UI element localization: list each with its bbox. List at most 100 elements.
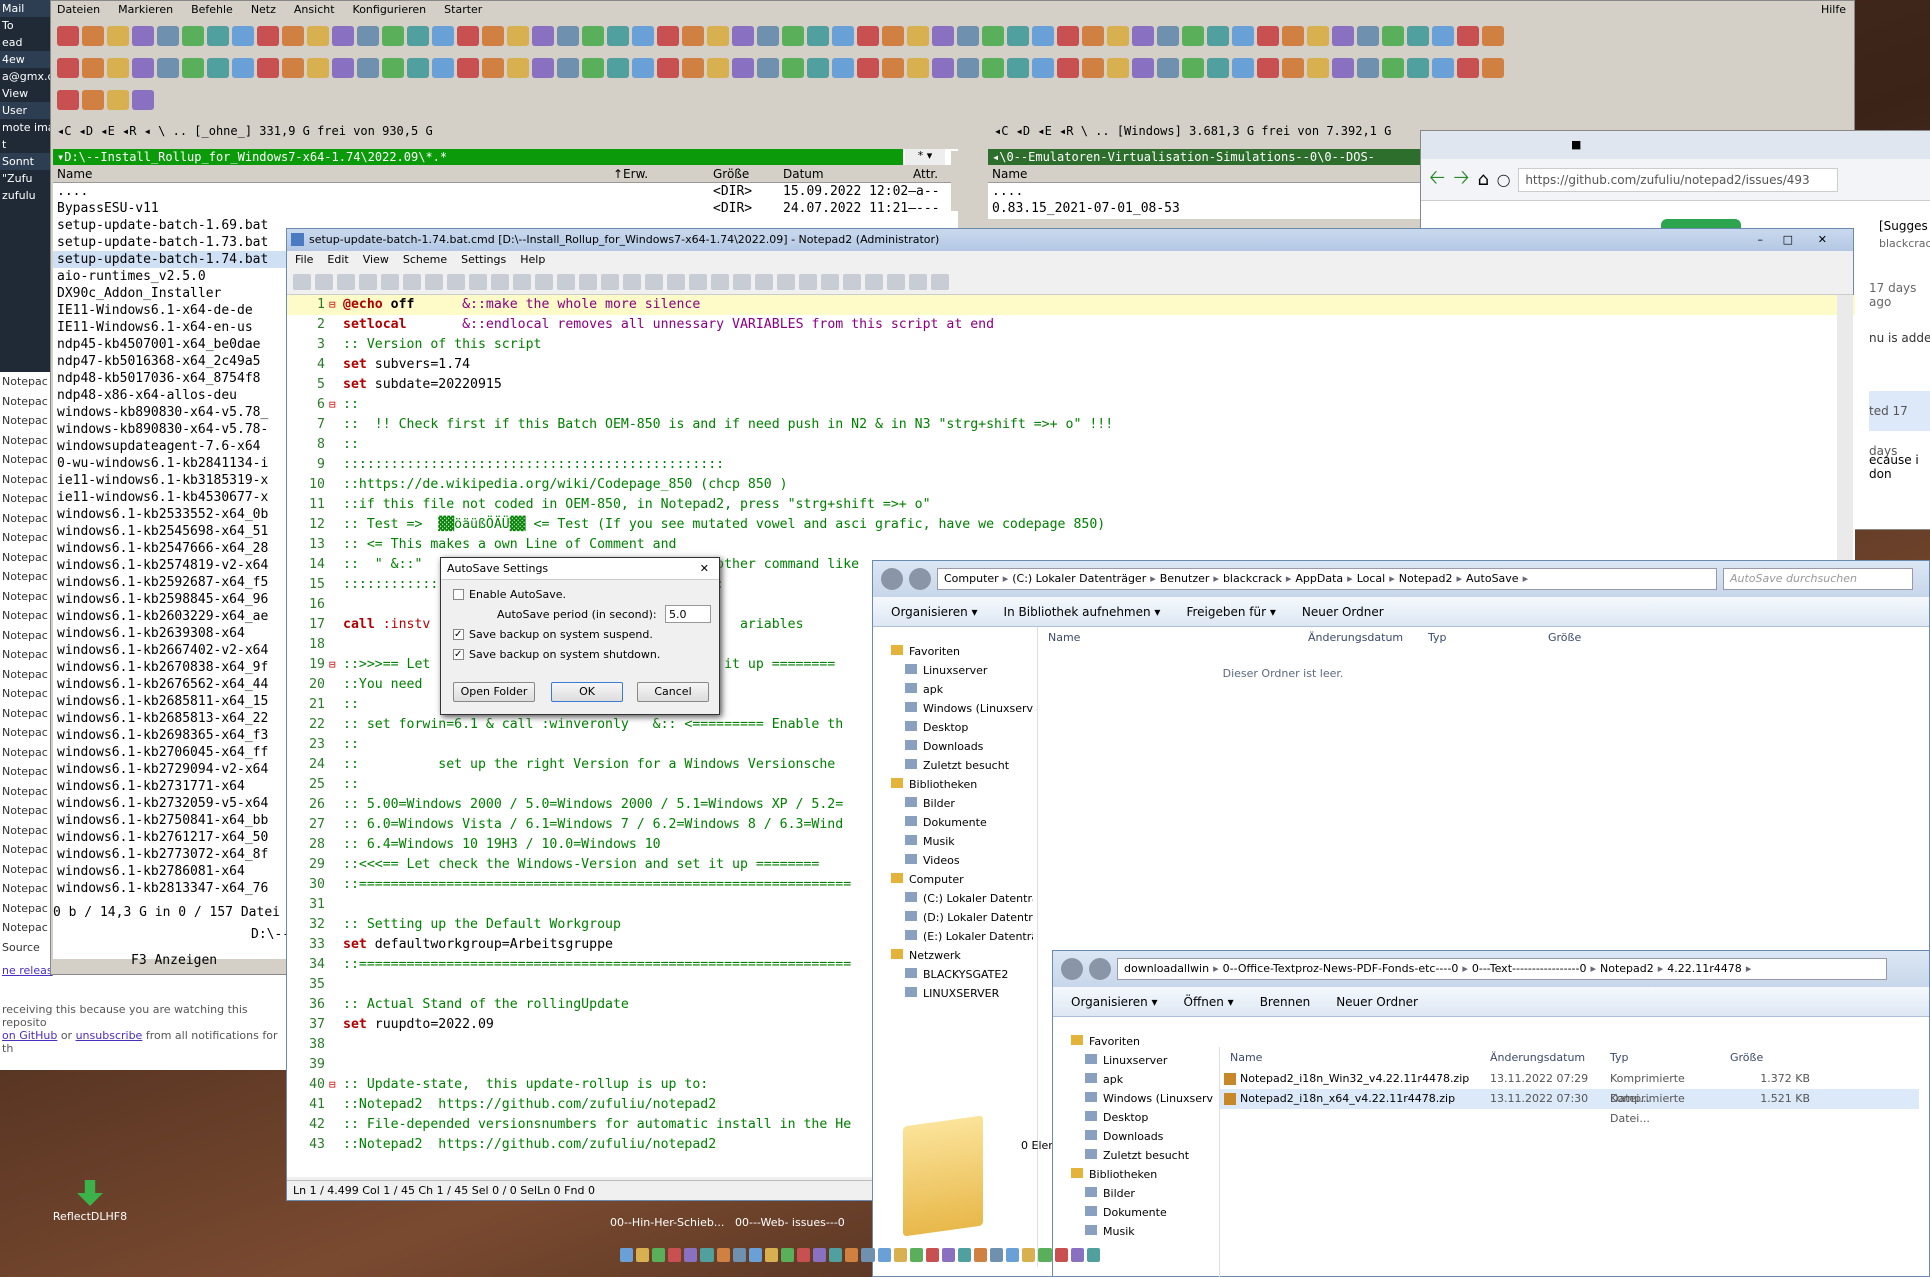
tray-icon[interactable]: [925, 1248, 939, 1262]
nav-item[interactable]: Windows (Linuxserve: [1053, 1089, 1213, 1108]
notepad-toolbar-icon[interactable]: [315, 273, 333, 290]
toolbar-button-icon[interactable]: [907, 26, 929, 46]
tray-icon[interactable]: [813, 1248, 827, 1262]
release-link[interactable]: ne releas: [2, 964, 53, 977]
toolbar-button-icon[interactable]: [482, 26, 504, 46]
tray-icon[interactable]: [1070, 1248, 1084, 1262]
sliver-notepad-item[interactable]: Notepac: [0, 489, 50, 509]
toolbar-button-icon[interactable]: [582, 26, 604, 46]
toolbar-button-icon[interactable]: [807, 26, 829, 46]
tray-icon[interactable]: [716, 1248, 730, 1262]
sliver-notepad-item[interactable]: Notepac: [0, 684, 50, 704]
menu-edit[interactable]: Edit: [327, 251, 348, 269]
toolbar-button-icon[interactable]: [257, 26, 279, 46]
toolbar-button-icon[interactable]: [232, 58, 254, 78]
nav-item[interactable]: (D:) Lokaler Datenträ: [873, 908, 1033, 927]
column-header[interactable]: Größe: [1538, 627, 1638, 649]
toolbar-button-icon[interactable]: [932, 58, 954, 78]
notepad-toolbar-icon[interactable]: [337, 273, 355, 290]
toolbar-button-icon[interactable]: [607, 58, 629, 78]
tray-icon[interactable]: [636, 1248, 650, 1262]
toolbar-button-icon[interactable]: [1257, 58, 1279, 78]
menu-file[interactable]: File: [295, 251, 313, 269]
tray-icon[interactable]: [1022, 1248, 1036, 1262]
toolbar-button-icon[interactable]: [882, 58, 904, 78]
nav-item[interactable]: Videos: [873, 851, 1033, 870]
tray-icon[interactable]: [941, 1248, 955, 1262]
menu-help[interactable]: Help: [520, 251, 545, 269]
tray-icon[interactable]: [748, 1248, 762, 1262]
breadcrumb-item[interactable]: Benutzer: [1160, 572, 1210, 585]
column-header[interactable]: Änderungsdatum: [1298, 627, 1418, 649]
tray-icon[interactable]: [684, 1248, 698, 1262]
toolbar-button-icon[interactable]: [1432, 26, 1454, 46]
tc-help-menu[interactable]: Hilfe: [1821, 1, 1846, 19]
fold-marker[interactable]: ⊟: [329, 655, 343, 675]
nav-item[interactable]: Musik: [1053, 1222, 1213, 1241]
tc-cmdline[interactable]: D:\--: [251, 927, 290, 942]
close-button[interactable]: ✕: [1818, 229, 1827, 251]
toolbar-button-icon[interactable]: [357, 26, 379, 46]
forward-icon[interactable]: [1089, 958, 1111, 980]
nav-item[interactable]: Dokumente: [1053, 1203, 1213, 1222]
notepad-toolbar-icon[interactable]: [711, 273, 729, 290]
nav-group-header[interactable]: Favoriten: [1053, 1032, 1213, 1051]
toolbar-button-icon[interactable]: [1282, 26, 1304, 46]
back-icon[interactable]: 🡠: [1429, 163, 1445, 197]
sliver-notepad-item[interactable]: Notepac: [0, 723, 50, 743]
notepad-toolbar-icon[interactable]: [381, 273, 399, 290]
back-icon[interactable]: [881, 568, 903, 590]
command-button[interactable]: Neuer Ordner: [1336, 995, 1418, 1009]
notepad-toolbar-icon[interactable]: [579, 273, 597, 290]
toolbar-button-icon[interactable]: [407, 26, 429, 46]
sliver-notepad-item[interactable]: Source: [0, 938, 50, 958]
sliver-notepad-item[interactable]: Notepac: [0, 801, 50, 821]
tc-menu-item[interactable]: Ansicht: [294, 1, 335, 19]
sliver-notepad-item[interactable]: Notepac: [0, 372, 50, 392]
back-icon[interactable]: [1061, 958, 1083, 980]
toolbar-button-icon[interactable]: [1407, 58, 1429, 78]
nav-item[interactable]: Dokumente: [873, 813, 1033, 832]
command-button[interactable]: Neuer Ordner: [1302, 605, 1384, 619]
toolbar-button-icon[interactable]: [657, 58, 679, 78]
tray-icon[interactable]: [668, 1248, 682, 1262]
fold-marker[interactable]: ⊟: [329, 395, 343, 415]
menu-view[interactable]: View: [363, 251, 389, 269]
toolbar-button-icon[interactable]: [1157, 58, 1179, 78]
notepad-toolbar-icon[interactable]: [821, 273, 839, 290]
breadcrumb-item[interactable]: AppData: [1295, 572, 1343, 585]
toolbar-button-icon[interactable]: [1307, 26, 1329, 46]
toolbar-button-icon[interactable]: [1107, 26, 1129, 46]
notepad-toolbar-icon[interactable]: [403, 273, 421, 290]
breadcrumb[interactable]: Computer ▸ (C:) Lokaler Datenträger ▸ Benutz…: [937, 568, 1717, 590]
toolbar-button-icon[interactable]: [1432, 58, 1454, 78]
sliver-item[interactable]: a@gmx.c: [0, 68, 50, 85]
fold-marker[interactable]: ⊟: [329, 1075, 343, 1095]
tray-icon[interactable]: [909, 1248, 923, 1262]
sliver-notepad-item[interactable]: Notepac: [0, 509, 50, 529]
minimize-button[interactable]: –: [1758, 229, 1764, 251]
sliver-notepad-item[interactable]: Notepac: [0, 743, 50, 763]
toolbar-button-icon[interactable]: [982, 26, 1004, 46]
notepad-toolbar-icon[interactable]: [601, 273, 619, 290]
breadcrumb-item[interactable]: Local: [1357, 572, 1386, 585]
nav-item[interactable]: Bilder: [1053, 1184, 1213, 1203]
sliver-item[interactable]: zufulu: [0, 187, 50, 204]
toolbar-button-icon[interactable]: [1232, 58, 1254, 78]
nav-item[interactable]: Musik: [873, 832, 1033, 851]
toolbar-button-icon[interactable]: [1182, 26, 1204, 46]
sliver-item[interactable]: To: [0, 17, 50, 34]
tray-icon[interactable]: [829, 1248, 843, 1262]
toolbar-button-icon[interactable]: [1482, 26, 1504, 46]
notepad-toolbar-icon[interactable]: [843, 273, 861, 290]
toolbar-button-icon[interactable]: [1457, 26, 1479, 46]
desktop-label-1[interactable]: 00--Hin-Her-Schieb...: [610, 1216, 724, 1229]
nav-item[interactable]: Desktop: [1053, 1108, 1213, 1127]
toolbar-button-icon[interactable]: [832, 26, 854, 46]
toolbar-button-icon[interactable]: [907, 58, 929, 78]
toolbar-button-icon[interactable]: [757, 26, 779, 46]
tc-file-row[interactable]: .... <DIR> 15.09.2022 12:02—a--: [53, 183, 958, 200]
notepad-toolbar-icon[interactable]: [491, 273, 509, 290]
toolbar-button-icon[interactable]: [1007, 26, 1029, 46]
save-on-suspend-checkbox[interactable]: ✓ Save backup on system suspend.: [453, 628, 653, 641]
